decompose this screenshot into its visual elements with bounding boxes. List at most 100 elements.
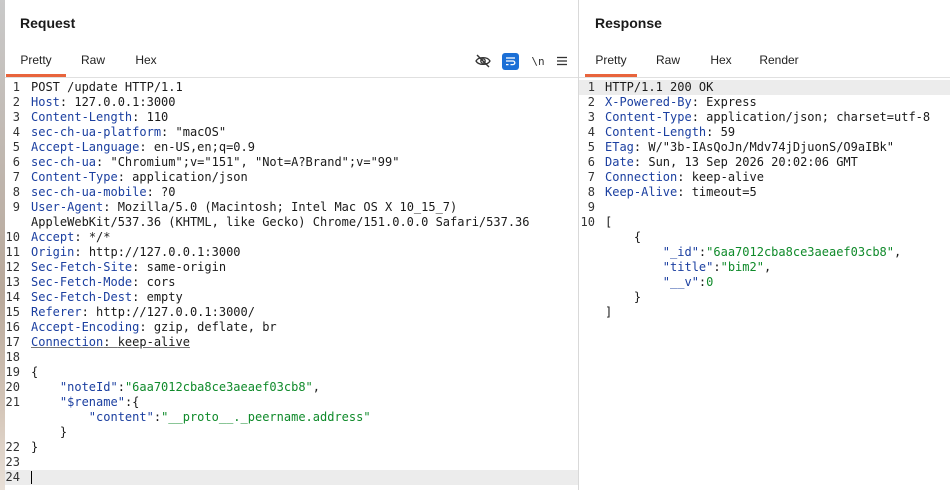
request-header-line: 8 sec-ch-ua-mobile: ?0 [12,185,176,199]
request-cursor-line[interactable]: 24 [0,470,578,485]
header-value: "Chromium";v="151", "Not=A?Brand";v="99" [110,155,400,169]
header-name: Keep-Alive [605,185,678,199]
request-line: 1 POST /update HTTP/1.1 [12,80,183,94]
request-header-line: 9 User-Agent: Mozilla/5.0 (Macintosh; Int… [0,200,578,230]
header-value: 110 [146,110,169,124]
request-body-line: 22} [0,440,578,455]
request-pane: Request Pretty Raw Hex \n 1 POST /update… [0,0,579,490]
request-tab-pretty[interactable]: Pretty [6,46,66,77]
request-header-line: 14 Sec-Fetch-Dest: empty [5,290,183,304]
response-pane: Response Pretty Raw Hex Render 1 HTTP/1.1… [579,0,950,490]
header-value: 59 [720,125,736,139]
burp-repeater-view: Request Pretty Raw Hex \n 1 POST /update… [0,0,950,490]
request-body-line: "content":"__proto__._peername.address" [88,410,371,424]
header-value: keep-alive [117,335,190,349]
response-tab-pretty[interactable]: Pretty [585,46,637,77]
response-body-line: { [579,230,950,245]
json-key: "_id" [662,245,699,259]
json-value: "6aa7012cba8ce3aeaef03cb8" [124,380,313,394]
show-newlines-toggle[interactable]: \n [528,51,548,71]
header-name: Sec-Fetch-Site [31,260,133,274]
request-header-line: 5 Accept-Language: en-US,en;q=0.9 [12,140,255,154]
request-line-text: POST /update HTTP/1.1 [31,80,183,94]
header-name: Connection [605,170,678,184]
request-header-line: 13 Sec-Fetch-Mode: cors [5,275,176,289]
request-tab-raw[interactable]: Raw [70,46,116,77]
header-name: Content-Type [605,110,692,124]
header-value: http://127.0.0.1:3000 [88,245,241,259]
header-value: W/"3b-IAsQoJn/Mdv74jDjuonS/O9aIBk" [648,140,894,154]
header-value-wrapped: AppleWebKit/537.36 (KHTML, like Gecko) C… [31,215,530,229]
header-value: 127.0.0.1:3000 [74,95,176,109]
request-header-line: 11 Origin: http://127.0.0.1:3000 [5,245,241,259]
request-header-line: 4 sec-ch-ua-platform: "macOS" [12,125,227,139]
header-name: Sec-Fetch-Dest [31,290,133,304]
header-name: Host [31,95,60,109]
request-header-line: 15 Referer: http://127.0.0.1:3000/ [5,305,255,319]
header-value: keep-alive [691,170,764,184]
header-name: X-Powered-By [605,95,692,109]
request-editor[interactable]: 1 POST /update HTTP/1.1 2 Host: 127.0.0.1:… [0,80,578,490]
word-wrap-toggle-icon[interactable] [500,51,520,71]
json-value: "6aa7012cba8ce3aeaef03cb8" [706,245,894,259]
request-title: Request [20,15,76,31]
header-value: empty [146,290,183,304]
header-name: sec-ch-ua [31,155,97,169]
response-tab-hex[interactable]: Hex [703,46,739,77]
response-header-line: 8 Keep-Alive: timeout=5 [587,185,757,199]
response-tab-render[interactable]: Render [753,46,805,77]
header-value: application/json; charset=utf-8 [706,110,931,124]
header-name: Content-Type [31,170,118,184]
hide-nonprintable-eye-slash-icon[interactable] [473,51,493,71]
json-brace: { [31,365,39,379]
request-blank-line: 18 [5,350,20,364]
request-body-line: 19{ [0,365,578,380]
json-key: "__v" [662,275,699,289]
json-key: "content" [88,410,154,424]
response-header-line: 4 Content-Length: 59 [587,125,736,139]
json-value: "__proto__._peername.address" [161,410,371,424]
response-body-line: 10[ [579,215,950,230]
header-name: Accept-Encoding [31,320,140,334]
window-edge [0,0,5,490]
text-cursor [31,471,32,484]
header-value: timeout=5 [691,185,757,199]
header-value: Mozilla/5.0 (Macintosh; Intel Mac OS X 1… [117,200,458,214]
header-value: same-origin [146,260,227,274]
request-blank-line: 23 [5,455,20,469]
header-name: sec-ch-ua-platform [31,125,162,139]
json-key: "$rename" [59,395,125,409]
response-tab-raw[interactable]: Raw [649,46,687,77]
response-header-line: 6 Date: Sun, 13 Sep 2026 20:02:06 GMT [587,155,858,169]
header-name: Origin [31,245,75,259]
request-header-line: 6 sec-ch-ua: "Chromium";v="151", "Not=A?B… [12,155,400,169]
json-brace: } [31,440,39,454]
response-header-line: 7 Connection: keep-alive [587,170,764,184]
request-body-line: 20 "noteId":"6aa7012cba8ce3aeaef03cb8", [5,380,321,394]
response-header-line: 5 ETag: W/"3b-IAsQoJn/Mdv74jDjuonS/O9aIBk… [587,140,894,154]
response-body-line: } [579,290,950,305]
header-value: en-US,en;q=0.9 [153,140,255,154]
header-value: ?0 [161,185,176,199]
hamburger-menu-icon[interactable] [552,51,572,71]
json-brace: } [633,290,642,304]
request-tabbar: Pretty Raw Hex \n [0,46,578,78]
json-brace: } [59,425,68,439]
header-value: http://127.0.0.1:3000/ [96,305,255,319]
json-bracket: [ [605,215,613,229]
response-editor[interactable]: 1 HTTP/1.1 200 OK 2 X-Powered-By: Express … [579,80,950,490]
header-name: Content-Length [31,110,133,124]
response-body-line: ] [579,305,950,320]
request-body-line: } [0,425,578,440]
response-body-line: "__v":0 [662,275,714,289]
response-title: Response [595,15,662,31]
json-value: 0 [706,275,714,289]
json-brace: { [132,395,140,409]
request-header-line: 7 Content-Type: application/json [12,170,248,184]
header-name: User-Agent [31,200,104,214]
response-status-line: 1 HTTP/1.1 200 OK [579,80,950,95]
response-body-line: "title":"bim2", [662,260,772,274]
header-name: Content-Length [605,125,707,139]
request-header-line: 2 Host: 127.0.0.1:3000 [12,95,176,109]
request-tab-hex[interactable]: Hex [126,46,166,77]
